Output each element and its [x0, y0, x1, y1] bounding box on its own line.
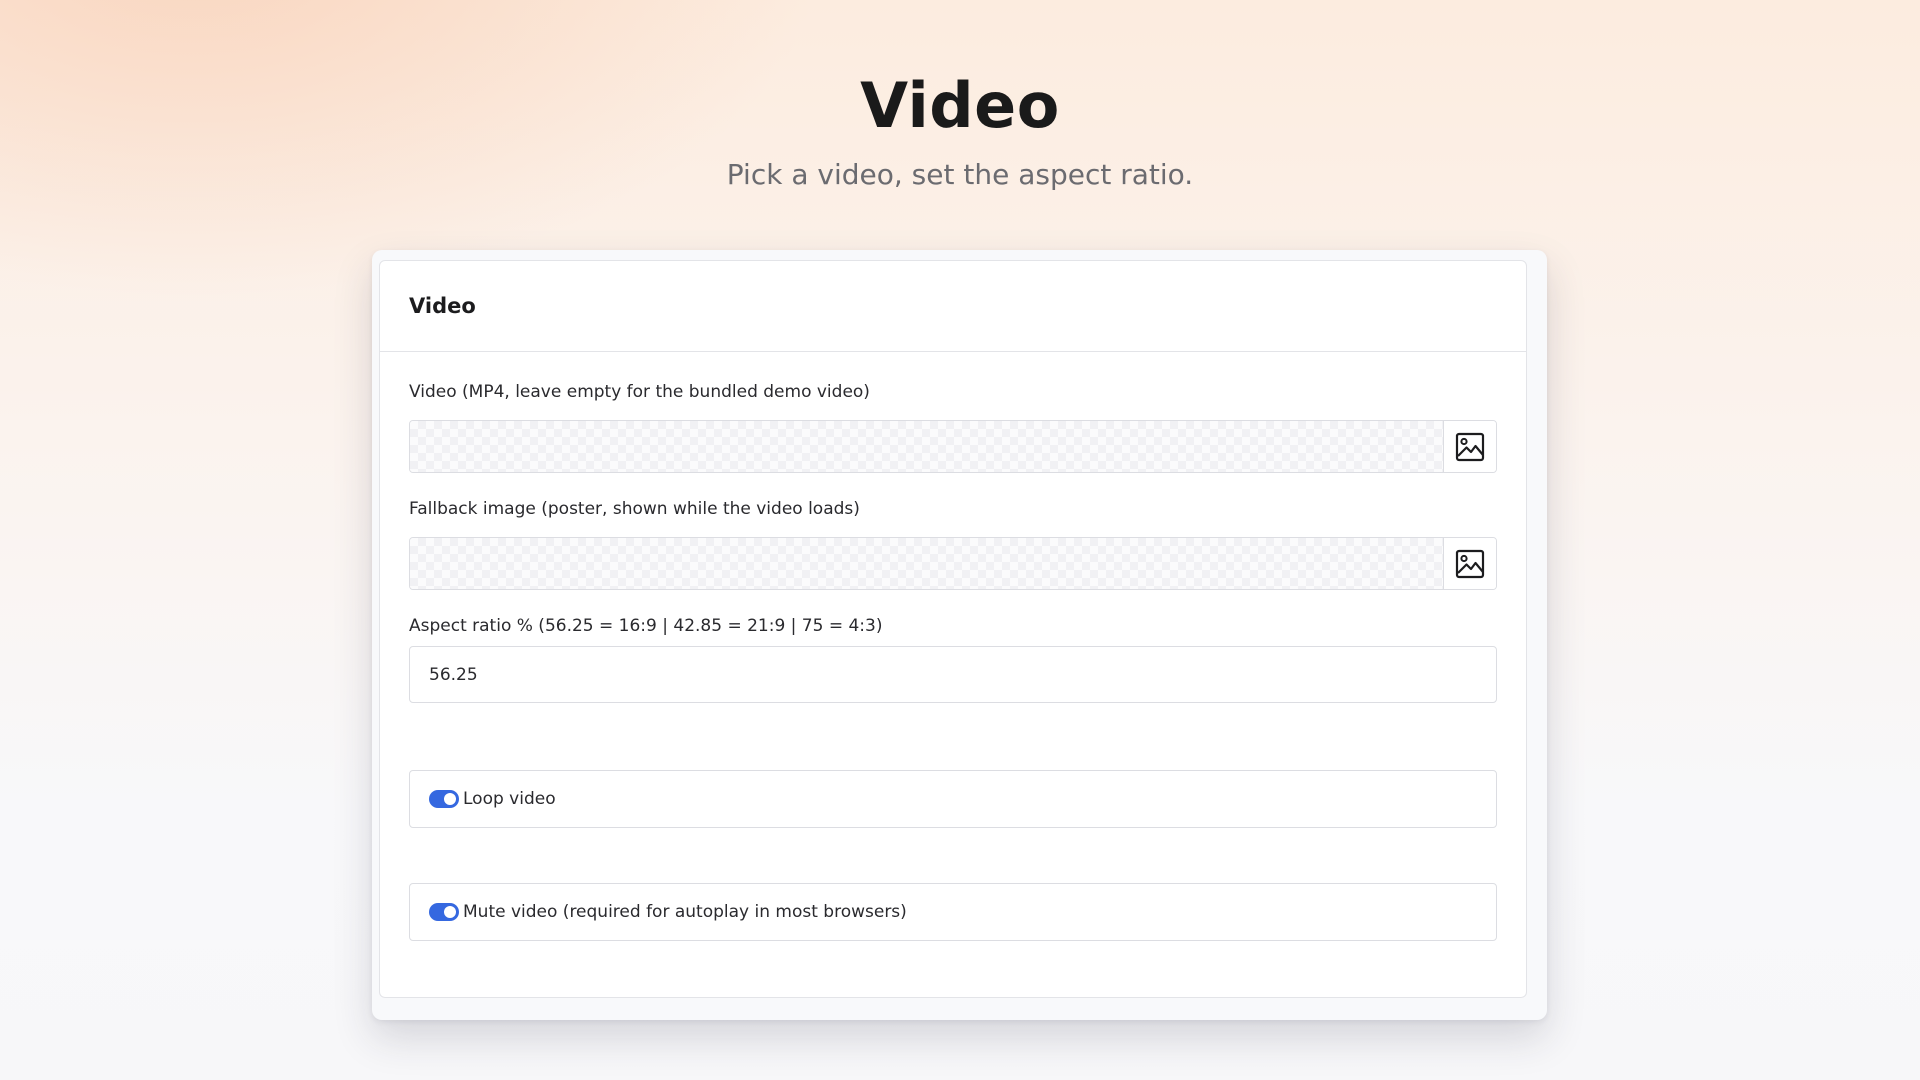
- image-icon: [1455, 549, 1485, 578]
- fallback-select-button[interactable]: [1443, 538, 1496, 589]
- page-subtitle: Pick a video, set the aspect ratio.: [726, 158, 1194, 191]
- fallback-field: Fallback image (poster, shown while the …: [409, 473, 1497, 590]
- aspect-ratio-label: Aspect ratio % (56.25 = 16:9 | 42.85 = 2…: [409, 616, 883, 636]
- aspect-ratio-input[interactable]: [409, 646, 1497, 703]
- video-file-dropzone[interactable]: [410, 421, 1443, 472]
- page-hero: Video Pick a video, set the aspect ratio…: [0, 68, 1920, 192]
- card-header: Video: [380, 261, 1526, 352]
- video-settings-card: Video Video (MP4, leave empty for the bu…: [379, 260, 1527, 998]
- video-file-picker: [409, 420, 1497, 473]
- aspect-ratio-field: Aspect ratio % (56.25 = 16:9 | 42.85 = 2…: [409, 590, 1497, 703]
- settings-panel: Video Video (MP4, leave empty for the bu…: [372, 250, 1547, 1020]
- video-field-label: Video (MP4, leave empty for the bundled …: [409, 382, 870, 402]
- video-select-button[interactable]: [1443, 421, 1496, 472]
- card-body: Video (MP4, leave empty for the bundled …: [380, 352, 1526, 941]
- loop-video-label: Loop video: [463, 789, 556, 809]
- mute-video-toggle-row[interactable]: Mute video (required for autoplay in mos…: [409, 883, 1497, 941]
- video-field: Video (MP4, leave empty for the bundled …: [409, 352, 1497, 473]
- fallback-field-label: Fallback image (poster, shown while the …: [409, 499, 860, 519]
- page-title: Video: [860, 69, 1060, 142]
- mute-video-label: Mute video (required for autoplay in mos…: [463, 902, 907, 922]
- card-title: Video: [409, 294, 476, 318]
- switch-knob: [444, 906, 456, 918]
- fallback-file-dropzone[interactable]: [410, 538, 1443, 589]
- loop-video-switch[interactable]: [429, 790, 459, 808]
- mute-video-switch[interactable]: [429, 903, 459, 921]
- switch-knob: [444, 793, 456, 805]
- fallback-file-picker: [409, 537, 1497, 590]
- loop-video-toggle-row[interactable]: Loop video: [409, 770, 1497, 828]
- image-icon: [1455, 432, 1485, 461]
